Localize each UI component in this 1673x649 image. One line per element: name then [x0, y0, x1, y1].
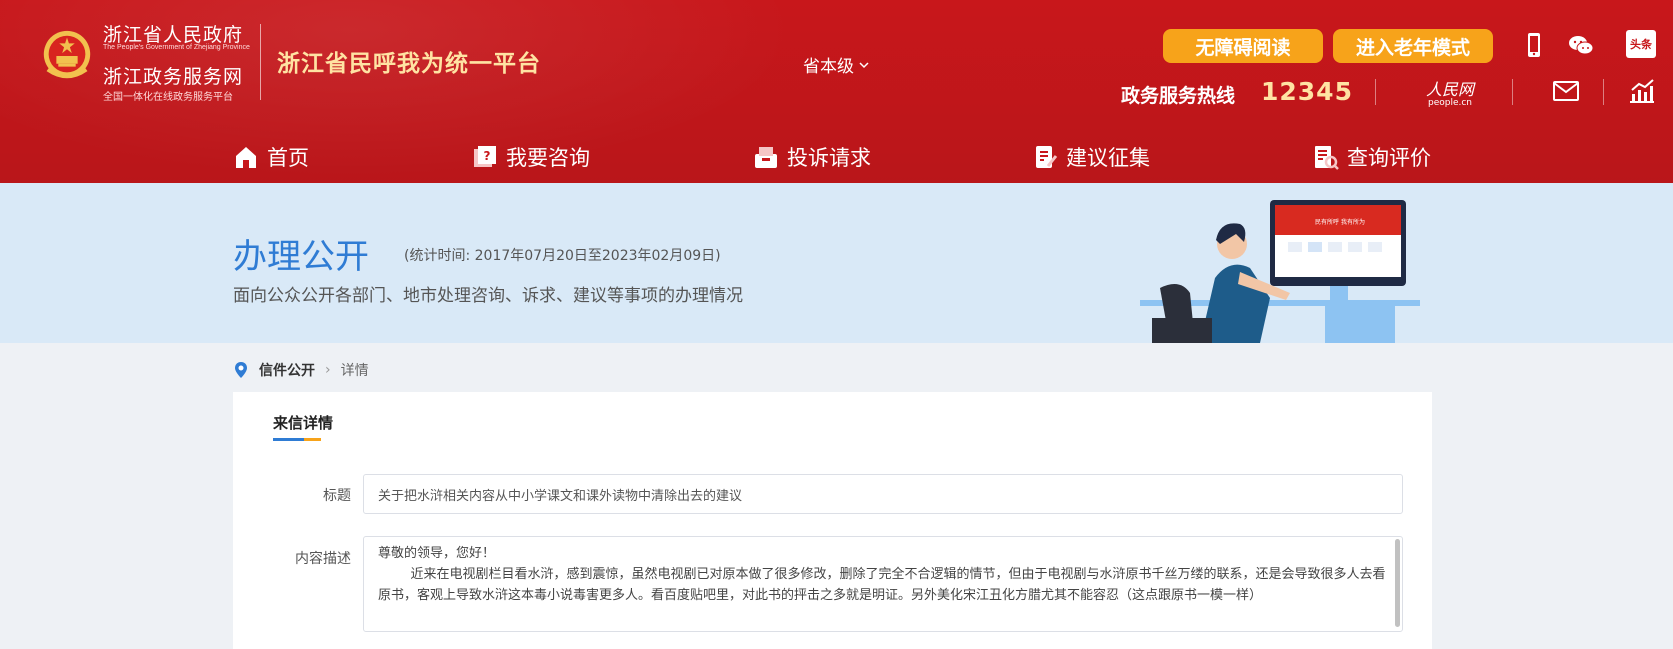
content-greeting: 尊敬的领导，您好！	[378, 546, 496, 561]
hotline-number: 12345	[1261, 77, 1353, 106]
mobile-icon[interactable]	[1519, 30, 1549, 60]
site-header: 浙江省人民政府 The People's Government of Zheji…	[0, 0, 1673, 183]
nav-home[interactable]: 首页	[233, 140, 309, 174]
office-illustration: 民有所呼 我有所为	[1140, 200, 1420, 343]
wechat-icon[interactable]	[1566, 30, 1596, 60]
nav-home-label: 首页	[267, 146, 309, 170]
accessibility-button[interactable]: 无障碍阅读	[1163, 29, 1323, 63]
hotline-label: 政务服务热线	[1121, 85, 1236, 107]
content-body: 近来在电视剧栏目看水浒，感到震惊，虽然电视剧已对原本做了很多修改，删除了完全不合…	[378, 567, 1386, 603]
mail-icon[interactable]	[1552, 80, 1580, 102]
banner-description: 面向公众公开各部门、地市处理咨询、诉求、建议等事项的办理情况	[233, 286, 743, 306]
breadcrumb-current: 详情	[340, 363, 369, 379]
home-icon	[236, 147, 256, 168]
tab-active-indicator	[273, 438, 321, 441]
toutiao-icon[interactable]: 头条	[1626, 30, 1656, 58]
title-value: 关于把水浒相关内容从中小学课文和课外读物中清除出去的建议	[378, 488, 743, 504]
people-daily-link[interactable]: 人民网 people.cn	[1422, 76, 1478, 108]
level-select-label: 省本级	[803, 57, 854, 77]
title-field[interactable]: 关于把水浒相关内容从中小学课文和课外读物中清除出去的建议	[363, 474, 1403, 514]
header-separator	[1603, 79, 1604, 105]
chevron-down-icon	[859, 61, 869, 68]
gov-name-en: The People's Government of Zhejiang Prov…	[103, 44, 250, 51]
national-emblem-icon	[43, 30, 91, 79]
gov-name: 浙江省人民政府	[103, 24, 244, 46]
nav-consult[interactable]: ? 我要咨询	[472, 140, 590, 174]
suggestion-icon	[1036, 146, 1058, 168]
content-label: 内容描述	[295, 551, 351, 567]
letter-detail-card: 来信详情 标题 关于把水浒相关内容从中小学课文和课外读物中清除出去的建议 内容描…	[233, 392, 1432, 649]
nav-query[interactable]: 查询评价	[1313, 140, 1431, 174]
svg-text:?: ?	[484, 149, 491, 163]
page-title: 办理公开	[233, 237, 369, 277]
elder-mode-button[interactable]: 进入老年模式	[1333, 29, 1493, 63]
header-separator	[1375, 79, 1376, 105]
screen-slogan: 民有所呼 我有所为	[1315, 218, 1365, 226]
title-label: 标题	[323, 488, 351, 504]
statistics-period: (统计时间: 2017年07月20日至2023年02月09日)	[404, 248, 721, 264]
chevron-right-icon: ›	[325, 362, 331, 378]
platform-title[interactable]: 浙江省民呼我为统一平台	[277, 44, 541, 78]
people-daily-logo: 人民网	[1425, 80, 1474, 99]
people-daily-domain: people.cn	[1427, 98, 1473, 108]
breadcrumb-home[interactable]: 信件公开	[259, 360, 315, 380]
query-icon	[1315, 146, 1339, 170]
breadcrumb: 信件公开 › 详情	[233, 360, 369, 380]
content-description-field[interactable]: 尊敬的领导，您好！ 近来在电视剧栏目看水浒，感到震惊，虽然电视剧已对原本做了很多…	[363, 536, 1403, 632]
nav-suggestion-label: 建议征集	[1066, 146, 1150, 170]
nav-query-label: 查询评价	[1347, 146, 1431, 170]
logo-divider	[260, 24, 261, 100]
service-name: 浙江政务服务网	[103, 66, 244, 88]
content-scrollbar[interactable]	[1395, 539, 1400, 627]
location-pin-icon	[235, 362, 247, 378]
consult-icon: ?	[474, 146, 496, 167]
complaint-icon	[755, 147, 777, 168]
nav-complaint-label: 投诉请求	[787, 146, 871, 170]
tab-letter-detail[interactable]: 来信详情	[273, 412, 333, 433]
banner: 办理公开 (统计时间: 2017年07月20日至2023年02月09日) 面向公…	[0, 183, 1673, 343]
nav-consult-label: 我要咨询	[506, 146, 590, 170]
statistics-icon[interactable]	[1628, 78, 1656, 104]
nav-suggestion[interactable]: 建议征集	[1032, 140, 1150, 174]
header-separator	[1512, 79, 1513, 105]
level-select[interactable]: 省本级	[803, 52, 870, 77]
service-subtitle: 全国一体化在线政务服务平台	[103, 92, 233, 103]
nav-complaint[interactable]: 投诉请求	[753, 140, 871, 174]
